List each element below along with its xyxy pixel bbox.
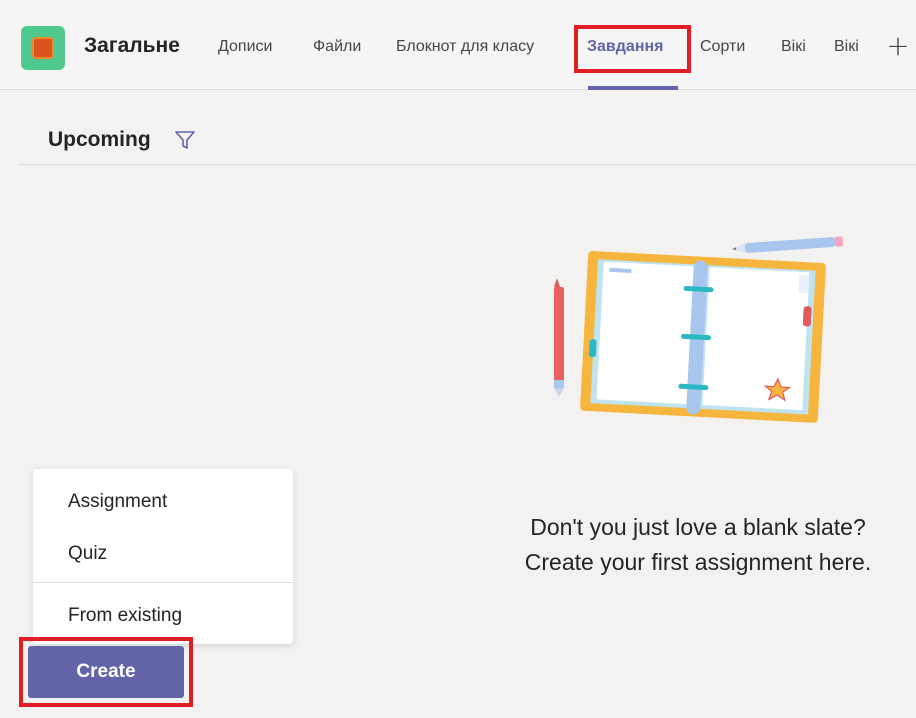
tab-grades[interactable]: Сорти [700, 38, 745, 56]
tab-wiki-2[interactable]: Вікі [834, 38, 859, 56]
tab-class-notebook[interactable]: Блокнот для класу [396, 38, 534, 56]
empty-state-line-1: Don't you just love a blank slate? [530, 514, 866, 540]
empty-notebook-illustration [554, 236, 844, 423]
empty-state-message: Don't you just love a blank slate? Creat… [480, 510, 916, 580]
team-logo [21, 26, 65, 70]
channel-header: Загальне Дописи Файли Блокнот для класу … [0, 0, 916, 90]
empty-state-line-2: Create your first assignment here. [524, 549, 872, 575]
tab-wiki-1[interactable]: Вікі [781, 38, 806, 56]
filter-label: Upcoming [48, 128, 151, 151]
tab-files[interactable]: Файли [313, 38, 361, 56]
plus-icon[interactable]: + [883, 31, 913, 61]
brick-icon [32, 37, 54, 59]
menu-item-assignment[interactable]: Assignment [68, 491, 167, 513]
create-menu: Assignment Quiz From existing [33, 469, 293, 644]
side-pencil-icon [554, 278, 564, 397]
active-tab-indicator [588, 86, 678, 90]
filter-bar: Upcoming [18, 110, 916, 165]
pencil-icon [732, 236, 844, 254]
create-button[interactable]: Create [28, 646, 184, 698]
channel-name: Загальне [84, 34, 180, 57]
tab-assignments[interactable]: Завдання [587, 38, 663, 56]
assignments-page: Загальне Дописи Файли Блокнот для класу … [0, 0, 916, 718]
filter-icon[interactable] [174, 129, 196, 151]
tab-posts[interactable]: Дописи [218, 38, 272, 56]
menu-item-quiz[interactable]: Quiz [68, 543, 107, 565]
menu-divider [33, 582, 293, 583]
menu-item-from-existing[interactable]: From existing [68, 605, 182, 627]
